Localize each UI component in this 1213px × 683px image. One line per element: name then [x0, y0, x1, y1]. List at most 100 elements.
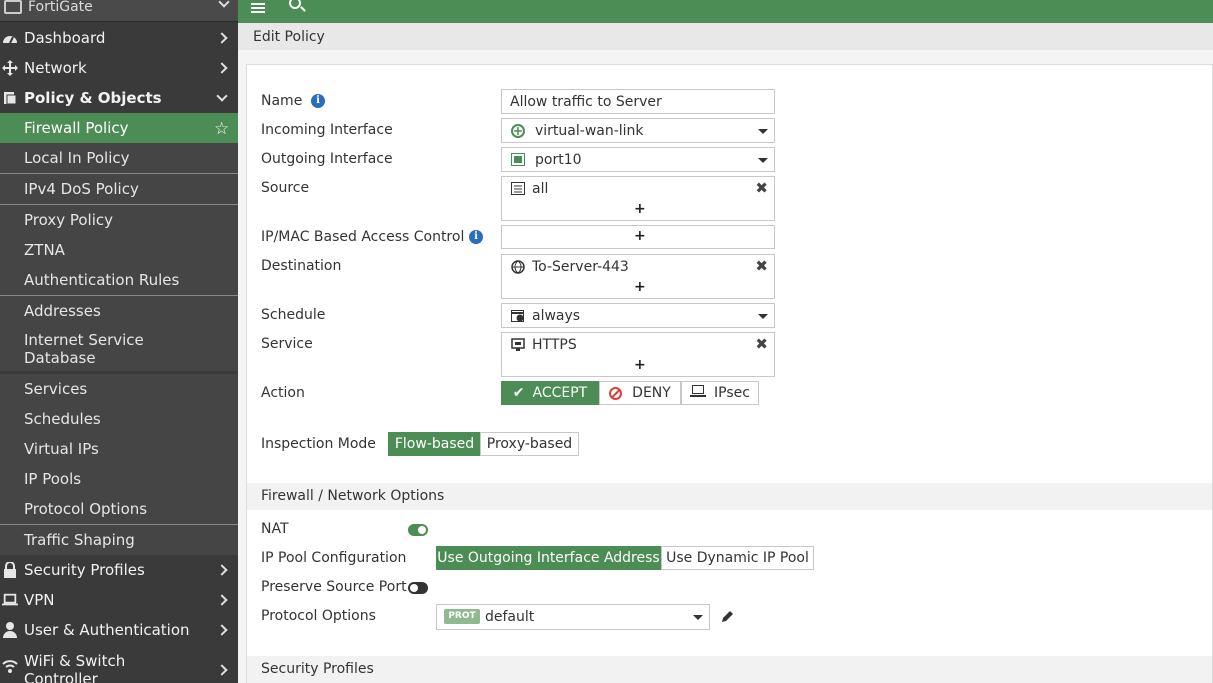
- section-title: Security Profiles: [261, 661, 374, 677]
- ip-pool-config-label: IP Pool Configuration: [261, 550, 407, 566]
- sidebar-item-traffic-shaping[interactable]: Traffic Shaping: [0, 525, 238, 555]
- port-icon: [511, 153, 525, 166]
- sidebar-item-wifi-switch-controller[interactable]: WiFi & Switch Controller: [0, 648, 238, 683]
- sidebar-item-label: Dashboard: [24, 29, 106, 47]
- sidebar-item-addresses[interactable]: Addresses: [0, 296, 238, 326]
- sidebar-item-label: Firewall Policy: [24, 119, 129, 137]
- sidebar-item-vpn[interactable]: VPN: [0, 585, 238, 615]
- flow-based-label: Flow-based: [394, 436, 475, 452]
- sidebar-item-firewall-policy[interactable]: Firewall Policy ☆: [0, 113, 238, 143]
- sidebar-item-local-in-policy[interactable]: Local In Policy: [0, 143, 238, 173]
- source-label: Source: [261, 180, 310, 196]
- sidebar-item-label: Proxy Policy: [24, 211, 114, 229]
- sidebar-item-schedules[interactable]: Schedules: [0, 404, 238, 434]
- sidebar-item-ip-pools[interactable]: IP Pools: [0, 464, 238, 494]
- sidebar-item-protocol-options[interactable]: Protocol Options: [0, 494, 238, 524]
- chevron-down-icon: [758, 129, 768, 134]
- dashboard-icon: [2, 30, 18, 46]
- sidebar-item-virtual-ips[interactable]: Virtual IPs: [0, 434, 238, 464]
- preserve-source-port-toggle[interactable]: [408, 582, 428, 594]
- sidebar-item-internet-service-database[interactable]: Internet Service Database: [0, 326, 238, 371]
- sidebar-item-label: Protocol Options: [24, 500, 148, 518]
- ipsec-button[interactable]: IPsec: [681, 381, 759, 405]
- deny-label: DENY: [632, 385, 671, 401]
- sidebar-item-security-profiles[interactable]: Security Profiles: [0, 555, 238, 585]
- service-label: Service: [261, 336, 313, 352]
- sidebar-item-policy-objects[interactable]: Policy & Objects: [0, 83, 238, 113]
- remove-icon[interactable]: ✖: [755, 335, 768, 353]
- sdwan-icon: [511, 124, 525, 138]
- outgoing-interface-select[interactable]: port10: [501, 147, 775, 172]
- source-value: all: [532, 181, 549, 197]
- sidebar-item-services[interactable]: Services: [0, 374, 238, 404]
- sidebar-item-label: ZTNA: [24, 241, 65, 259]
- incoming-interface-select[interactable]: virtual-wan-link: [501, 118, 775, 143]
- laptop-icon: [690, 385, 707, 401]
- calendar-icon: [511, 309, 525, 322]
- incoming-interface-value: virtual-wan-link: [535, 123, 644, 139]
- vip-icon: [511, 260, 525, 274]
- user-icon: [2, 622, 18, 638]
- sidebar-item-label: Traffic Shaping: [24, 531, 135, 549]
- sidebar-item-ipv4-dos-policy[interactable]: IPv4 DoS Policy: [0, 174, 238, 204]
- search-icon[interactable]: [289, 0, 301, 9]
- sidebar-item-label: Internet Service Database: [24, 330, 144, 367]
- use-dynamic-ip-pool-button[interactable]: Use Dynamic IP Pool: [661, 546, 814, 570]
- remove-icon[interactable]: ✖: [755, 179, 768, 197]
- device-selector[interactable]: FortiGate: [0, 0, 238, 22]
- add-ipmac-button[interactable]: +: [634, 228, 646, 244]
- sidebar-item-ztna[interactable]: ZTNA: [0, 235, 238, 265]
- add-destination-button[interactable]: +: [634, 279, 646, 295]
- source-field[interactable]: all ✖ +: [501, 176, 775, 221]
- sidebar-item-label: Addresses: [24, 302, 101, 320]
- service-icon: [511, 338, 525, 351]
- proxy-based-button[interactable]: Proxy-based: [480, 432, 579, 456]
- protocol-options-select[interactable]: PROT default: [436, 604, 710, 630]
- hamburger-menu-icon[interactable]: [251, 1, 265, 13]
- accept-button[interactable]: ✔ ACCEPT: [501, 381, 599, 405]
- ipmac-field[interactable]: +: [501, 225, 775, 249]
- deny-button[interactable]: DENY: [599, 381, 681, 405]
- sidebar-item-user-authentication[interactable]: User & Authentication: [0, 615, 238, 645]
- sidebar-item-proxy-policy[interactable]: Proxy Policy: [0, 205, 238, 235]
- chevron-right-icon: [216, 62, 228, 74]
- destination-field[interactable]: To-Server-443 ✖ +: [501, 254, 775, 299]
- destination-label: Destination: [261, 258, 342, 274]
- security-profiles-header: Security Profiles: [247, 656, 1212, 683]
- sidebar-item-label: Policy & Objects: [24, 89, 162, 107]
- chevron-down-icon: [216, 90, 228, 102]
- info-icon[interactable]: i: [311, 94, 325, 108]
- service-field[interactable]: HTTPS ✖ +: [501, 332, 775, 377]
- edit-pencil-icon[interactable]: [720, 610, 734, 628]
- use-outgoing-interface-address-button[interactable]: Use Outgoing Interface Address: [436, 546, 661, 570]
- flow-based-button[interactable]: Flow-based: [388, 432, 481, 456]
- sidebar-item-label: Authentication Rules: [24, 271, 180, 289]
- star-icon[interactable]: ☆: [214, 119, 229, 139]
- check-icon: ✔: [512, 385, 525, 401]
- sidebar-item-dashboard[interactable]: Dashboard: [0, 23, 238, 53]
- add-source-button[interactable]: +: [634, 201, 646, 217]
- protocol-options-value: default: [485, 609, 535, 625]
- outgoing-interface-label: Outgoing Interface: [261, 151, 393, 167]
- name-field[interactable]: Allow traffic to Server: [501, 89, 775, 114]
- ipmac-label: IP/MAC Based Access Control: [261, 229, 465, 245]
- nat-toggle[interactable]: [408, 524, 428, 536]
- address-icon: [511, 182, 525, 195]
- chevron-down-icon: [693, 615, 703, 620]
- outgoing-interface-value: port10: [535, 152, 582, 168]
- remove-icon[interactable]: ✖: [755, 257, 768, 275]
- nat-label: NAT: [261, 521, 289, 537]
- info-icon[interactable]: i: [469, 230, 483, 244]
- schedule-select[interactable]: always: [501, 303, 775, 328]
- page-title: Edit Policy: [253, 29, 325, 45]
- chevron-right-icon: [216, 664, 228, 676]
- sidebar-item-network[interactable]: Network: [0, 53, 238, 83]
- sidebar-item-authentication-rules[interactable]: Authentication Rules: [0, 265, 238, 295]
- sidebar: FortiGate Dashboard Network Policy & Obj…: [0, 0, 238, 683]
- add-service-button[interactable]: +: [634, 357, 646, 373]
- action-label: Action: [261, 385, 305, 401]
- sidebar-item-label: Services: [24, 380, 88, 398]
- dynamic-label: Use Dynamic IP Pool: [666, 550, 809, 566]
- sidebar-item-label: Virtual IPs: [24, 440, 99, 458]
- page-title-bar: Edit Policy: [238, 23, 1213, 50]
